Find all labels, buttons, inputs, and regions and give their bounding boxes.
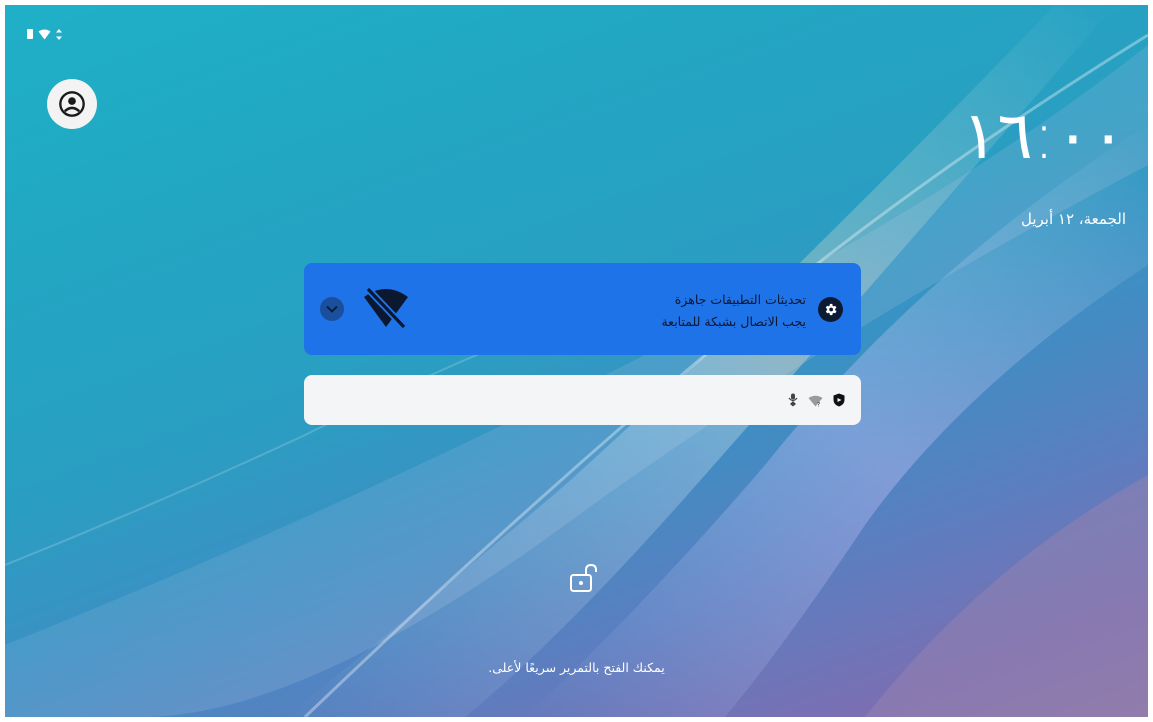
wifi-question-icon: ?: [808, 392, 823, 411]
wifi-off-icon: [362, 286, 410, 333]
notification-text: تحديثات التطبيقات جاهزة يجب الاتصال بشبك…: [661, 289, 806, 333]
app-updates-notification[interactable]: تحديثات التطبيقات جاهزة يجب الاتصال بشبك…: [304, 263, 861, 355]
battery-icon: [27, 29, 33, 39]
notification-body: يجب الاتصال بشبكة للمتابعة: [661, 314, 806, 329]
data-arrows-icon: [56, 28, 62, 40]
expand-notification-button[interactable]: [320, 297, 344, 321]
gear-icon: [818, 297, 843, 322]
clock: ١٦:٠٠: [961, 97, 1126, 174]
shield-icon: [833, 392, 845, 411]
chevron-down-icon: [326, 305, 338, 313]
unlocked-lock-icon: [568, 562, 600, 598]
user-avatar-button[interactable]: [47, 79, 97, 129]
wifi-icon: [38, 29, 51, 40]
lock-screen: ١٦:٠٠ الجمعة، ١٢ أبريل تحديثات التطبيقات…: [5, 5, 1148, 717]
unlock-hint: يمكنك الفتح بالتمرير سريعًا لأعلى.: [488, 660, 665, 675]
notification-title: تحديثات التطبيقات جاهزة: [674, 292, 806, 307]
status-icons: ?: [788, 392, 845, 411]
status-icons-card[interactable]: ?: [304, 375, 861, 425]
svg-text:?: ?: [817, 402, 820, 408]
date: الجمعة، ١٢ أبريل: [1020, 210, 1126, 228]
mic-location-icon: [788, 392, 798, 411]
account-circle-icon: [59, 91, 85, 117]
status-bar: [27, 27, 62, 41]
